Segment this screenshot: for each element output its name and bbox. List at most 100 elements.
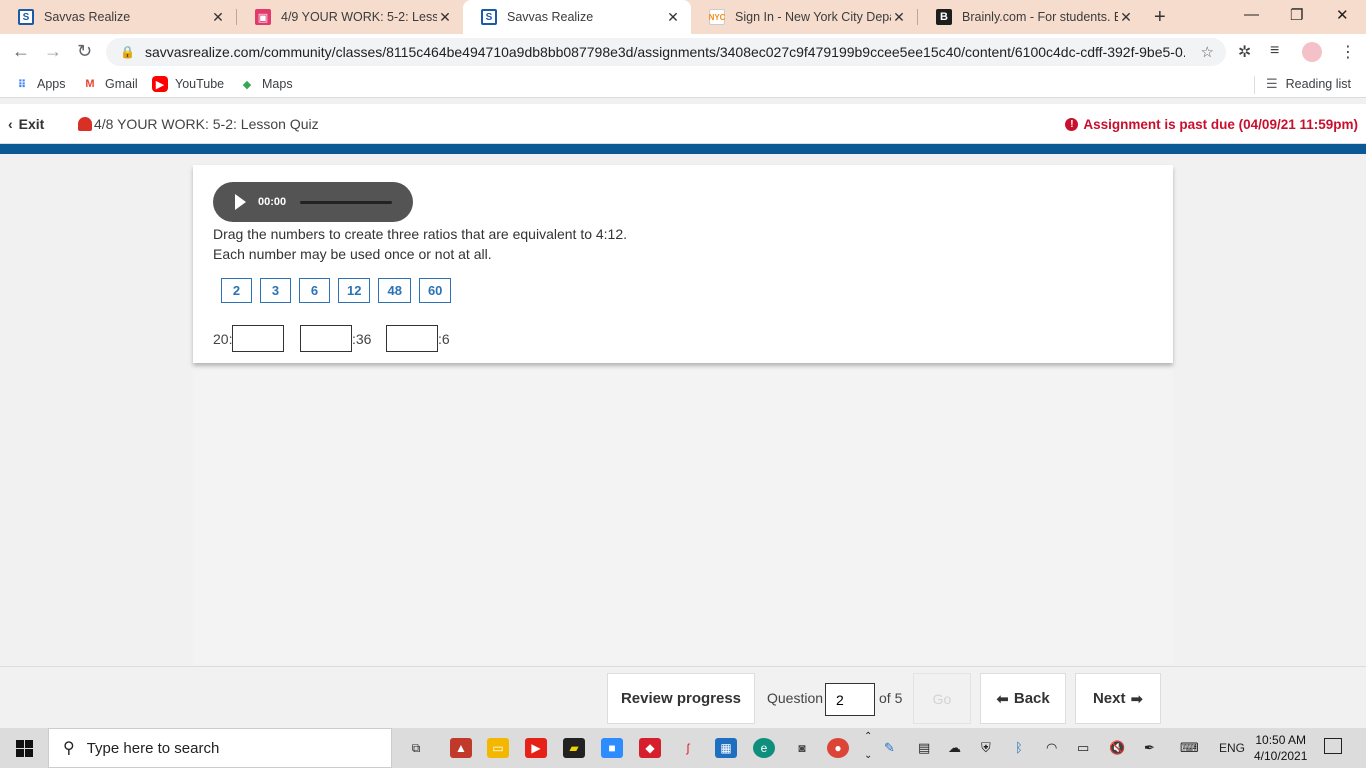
chevron-up-icon[interactable]: ⌃ [864,731,872,742]
epic-icon[interactable]: ▤ [918,740,930,756]
lock-icon: 🔒 [120,45,135,59]
play-icon[interactable] [235,194,246,210]
pen-app-icon[interactable]: ✎ [884,740,895,756]
bookmark-youtube[interactable]: ▶ YouTube [152,76,224,92]
number-tile[interactable]: 3 [260,278,291,303]
close-icon[interactable]: ✕ [1118,9,1134,26]
maps-icon: ◆ [242,78,252,91]
notification-icon[interactable] [1324,738,1342,754]
menu-kebab-icon[interactable]: ⋮ [1340,42,1356,62]
tab-title: Savvas Realize [44,10,131,24]
bookmark-star-icon[interactable]: ☆ [1201,43,1214,61]
header-accent-band [0,144,1366,154]
address-bar[interactable]: 🔒 savvasrealize.com/community/classes/81… [106,38,1226,66]
minimize-icon[interactable]: — [1244,6,1259,23]
back-label: Back [1013,690,1050,707]
window-close-icon[interactable]: ✕ [1336,6,1349,24]
task-view-icon[interactable]: ⧉ [405,738,427,758]
review-progress-button[interactable]: Review progress [607,673,755,724]
zoom-icon[interactable]: ■ [601,738,623,758]
ratio-2-drop-target[interactable] [300,325,352,352]
tab-title: Sign In - New York City Depart [735,10,891,24]
number-tile[interactable]: 6 [299,278,330,303]
windows-taskbar: ⚲ Type here to search ⧉ ▲ ▭ ▶ ▰ ■ ◆ ʃ ▦ … [0,728,1366,768]
number-tile[interactable]: 2 [221,278,252,303]
forward-arrow-icon[interactable]: → [44,41,62,62]
clock-time: 10:50 AM [1255,733,1307,747]
pen-workspace-icon[interactable]: ✒ [1144,740,1155,756]
audio-progress-track[interactable] [300,200,393,204]
system-clock[interactable]: 10:50 AM 4/10/2021 [1254,732,1307,764]
onedrive-icon[interactable]: ☁ [948,740,961,756]
back-button[interactable]: ⬅ Back [980,673,1066,724]
bookmark-maps[interactable]: ◆ Maps [239,76,293,92]
ratio-1-prefix: 20: [213,330,233,347]
back-arrow-icon[interactable]: ← [12,41,30,62]
extensions-puzzle-icon[interactable]: ✲ [1238,42,1251,62]
sticky-notes-icon[interactable]: ▰ [563,738,585,758]
wifi-icon[interactable]: ◠ [1046,740,1057,756]
savvas-icon: S [18,9,34,25]
edge-icon[interactable]: e [753,738,775,758]
keyboard-icon[interactable]: ⌨ [1180,740,1199,756]
chevron-down-icon[interactable]: ⌄ [864,750,872,761]
battery-icon[interactable]: ▭ [1077,740,1089,756]
reload-icon[interactable]: ↻ [77,41,92,62]
next-button[interactable]: Next ➡ [1075,673,1161,724]
app-icon[interactable]: ▲ [450,738,472,758]
youtube-app-icon[interactable]: ▶ [525,738,547,758]
tab-brainly[interactable]: B Brainly.com - For students. By ✕ [918,0,1144,34]
tab-savvas-1[interactable]: S Savvas Realize ✕ [0,0,236,34]
exit-label: Exit [18,116,45,132]
next-label: Next [1092,690,1126,707]
red-logo-icon[interactable]: ʃ [677,738,699,758]
bookmark-label: Apps [37,77,66,91]
reading-list-button[interactable]: ☰ Reading list [1266,76,1351,92]
windows-start-icon[interactable] [16,740,33,757]
red-app-icon[interactable]: ◆ [639,738,661,758]
close-icon[interactable]: ✕ [437,9,453,26]
alert-icon: ! [1065,118,1079,131]
question-number-input[interactable] [825,683,875,716]
number-tile[interactable]: 60 [418,278,452,303]
tab-lesson-quiz[interactable]: ▣ 4/9 YOUR WORK: 5-2: Lesso ✕ [237,0,463,34]
ratio-3-suffix: :6 [438,330,450,347]
assignment-title-text: 4/8 YOUR WORK: 5-2: Lesson Quiz [94,116,319,132]
chrome-icon[interactable]: ● [827,738,849,758]
volume-muted-icon[interactable]: 🔇 [1109,740,1125,756]
tab-nyc-signin[interactable]: NYC Sign In - New York City Depart ✕ [691,0,917,34]
file-explorer-icon[interactable]: ▭ [487,738,509,758]
go-button[interactable]: Go [913,673,971,724]
photos-icon[interactable]: ▦ [715,738,737,758]
security-shield-icon[interactable]: ⛨ [981,740,991,756]
close-icon[interactable]: ✕ [891,9,907,26]
ratio-1-drop-target[interactable] [232,325,285,352]
language-indicator[interactable]: ENG [1219,741,1245,755]
audio-player[interactable]: 00:00 [213,182,413,222]
ratio-3-drop-target[interactable] [386,325,438,352]
assignment-title: 4/8 YOUR WORK: 5-2: Lesson Quiz [78,116,319,132]
bookmark-apps[interactable]: ⠿ Apps [14,76,66,92]
tab-title: Savvas Realize [507,10,594,24]
number-tile[interactable]: 48 [378,278,411,303]
exit-button[interactable]: ‹ Exit [8,116,44,132]
camera-icon[interactable]: ◙ [791,738,813,758]
restore-icon[interactable]: ❐ [1290,6,1303,24]
close-icon[interactable]: ✕ [665,9,681,26]
ratio-1: 20: [213,325,285,352]
question-card: 00:00 Drag the numbers to create three r… [193,165,1173,363]
draggable-number-tiles: 2 3 6 12 48 60 [221,278,459,303]
close-icon[interactable]: ✕ [210,9,226,26]
taskbar-search-box[interactable]: ⚲ Type here to search [48,728,392,768]
youtube-icon: ▶ [152,76,168,92]
profile-avatar[interactable] [1302,42,1322,62]
browser-tab-strip: S Savvas Realize ✕ ▣ 4/9 YOUR WORK: 5-2:… [0,0,1366,34]
bluetooth-icon[interactable]: ᛒ [1015,740,1023,755]
gmail-icon: M [85,78,95,90]
bookmark-gmail[interactable]: M Gmail [82,76,137,92]
nyc-doe-icon: NYC [709,9,725,25]
new-tab-plus-icon[interactable]: + [1154,6,1166,29]
number-tile[interactable]: 12 [338,278,371,303]
tab-savvas-active[interactable]: S Savvas Realize ✕ [463,0,691,34]
media-queue-icon[interactable]: ≡ [1270,42,1279,60]
